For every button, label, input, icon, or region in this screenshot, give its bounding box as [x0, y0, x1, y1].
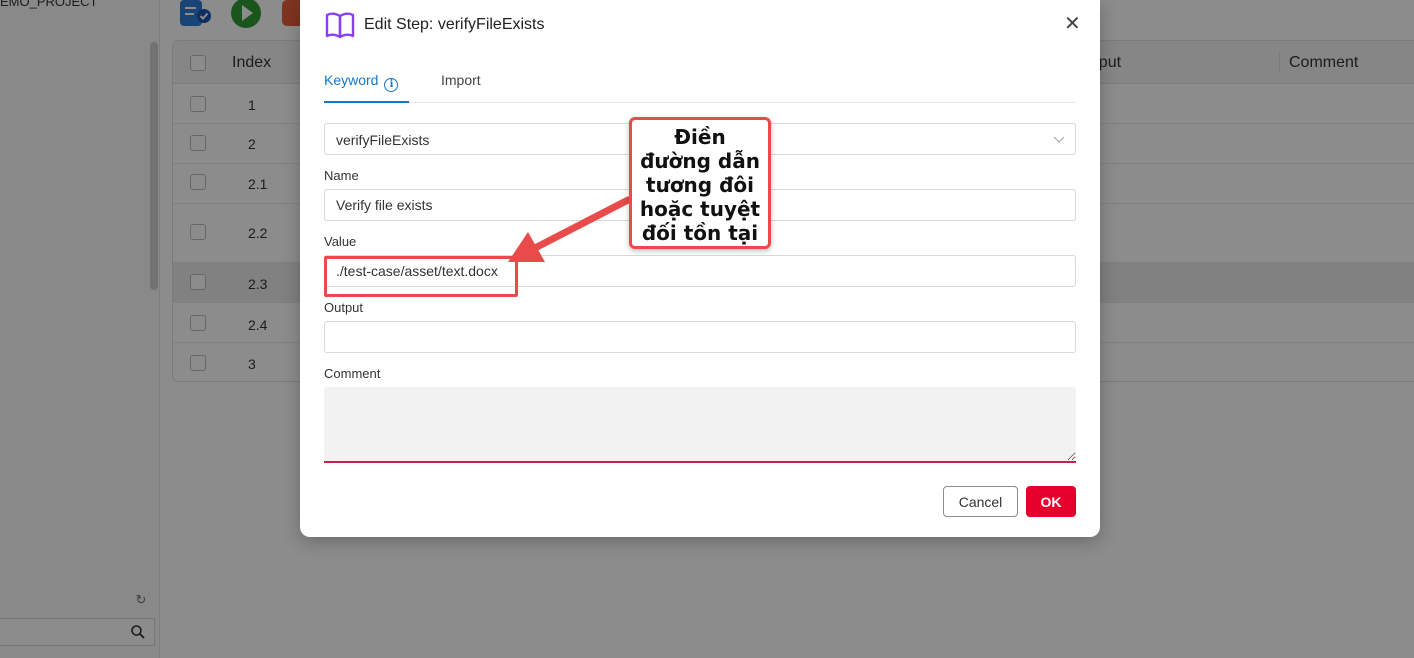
- book-icon: [325, 12, 355, 39]
- cancel-button[interactable]: Cancel: [943, 486, 1018, 517]
- tab-import[interactable]: Import: [441, 72, 481, 103]
- value-highlight-box: [324, 256, 518, 297]
- info-icon[interactable]: i: [384, 78, 399, 92]
- tab-keyword[interactable]: Keyword i: [324, 72, 409, 103]
- name-label: Name: [324, 168, 359, 183]
- value-label: Value: [324, 234, 357, 249]
- ok-button[interactable]: OK: [1026, 486, 1076, 517]
- dialog-tabs: Keyword i Import: [324, 62, 1076, 103]
- chevron-down-icon: [1053, 136, 1065, 143]
- output-field[interactable]: [324, 321, 1076, 353]
- annotation-callout: Điền đường dẫn tương đôi hoặc tuyệt đối …: [629, 117, 771, 249]
- comment-field[interactable]: [324, 387, 1076, 463]
- dialog-title: Edit Step: verifyFileExists: [364, 16, 545, 33]
- keyword-select-value: verifyFileExists: [336, 132, 430, 148]
- comment-label: Comment: [324, 366, 381, 381]
- output-label: Output: [324, 300, 364, 315]
- close-icon[interactable]: ✕: [1064, 14, 1081, 34]
- tab-keyword-label: Keyword: [324, 72, 379, 88]
